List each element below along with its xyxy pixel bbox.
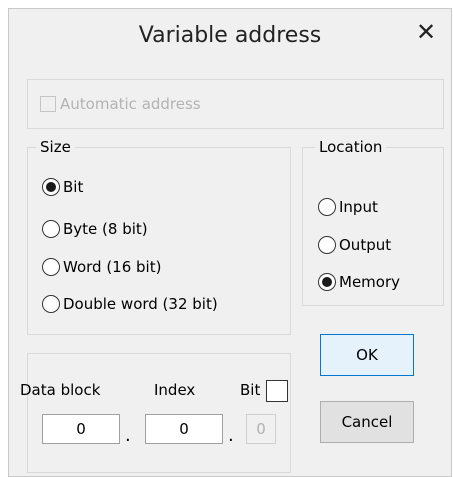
variable-address-dialog: Variable address ✕ Automatic address Siz…: [8, 8, 452, 477]
radio-bit[interactable]: [42, 178, 60, 196]
size-option-word[interactable]: Word (16 bit): [42, 256, 161, 278]
location-option-label: Input: [339, 198, 378, 216]
radio-dot-icon: [46, 182, 56, 192]
size-option-label: Double word (32 bit): [63, 295, 218, 313]
location-group: Location Input Output Memory: [302, 137, 444, 306]
radio-memory[interactable]: [318, 273, 336, 291]
radio-input[interactable]: [318, 198, 336, 216]
ok-button[interactable]: OK: [320, 334, 414, 376]
index-input[interactable]: 0: [145, 414, 223, 444]
location-option-input[interactable]: Input: [318, 196, 378, 218]
bit-input[interactable]: 0: [246, 414, 276, 444]
automatic-address-group: Automatic address: [27, 79, 444, 129]
size-option-label: Byte (8 bit): [63, 220, 148, 238]
size-option-label: Word (16 bit): [63, 258, 162, 276]
location-legend: Location: [315, 137, 387, 157]
radio-word[interactable]: [42, 258, 60, 276]
radio-dot-icon: [322, 277, 332, 287]
location-option-label: Memory: [339, 273, 401, 291]
radio-double-word[interactable]: [42, 295, 60, 313]
automatic-address-checkbox[interactable]: [40, 96, 56, 112]
cancel-button[interactable]: Cancel: [320, 401, 414, 443]
location-option-output[interactable]: Output: [318, 234, 391, 256]
data-block-input[interactable]: 0: [42, 414, 120, 444]
bit-checkbox[interactable]: [266, 380, 288, 402]
address-group: Data block Index Bit 0 . 0 . 0: [20, 353, 291, 473]
bit-label: Bit: [240, 381, 261, 399]
dialog-title: Variable address: [138, 23, 322, 48]
automatic-address-label: Automatic address: [60, 95, 201, 113]
data-block-separator: .: [125, 425, 131, 446]
size-option-byte[interactable]: Byte (8 bit): [42, 218, 148, 240]
size-legend: Size: [36, 137, 75, 157]
location-option-label: Output: [339, 236, 392, 254]
index-separator: .: [228, 425, 234, 446]
radio-output[interactable]: [318, 236, 336, 254]
size-option-label: Bit: [63, 178, 84, 196]
location-option-memory[interactable]: Memory: [318, 271, 400, 293]
size-option-bit[interactable]: Bit: [42, 176, 83, 198]
index-label: Index: [154, 381, 196, 399]
size-option-double-word[interactable]: Double word (32 bit): [42, 293, 218, 315]
close-icon[interactable]: ✕: [413, 18, 439, 46]
size-group: Size Bit Byte (8 bit) Word (16 bit) Doub…: [27, 137, 291, 335]
radio-byte[interactable]: [42, 220, 60, 238]
data-block-label: Data block: [20, 381, 101, 399]
